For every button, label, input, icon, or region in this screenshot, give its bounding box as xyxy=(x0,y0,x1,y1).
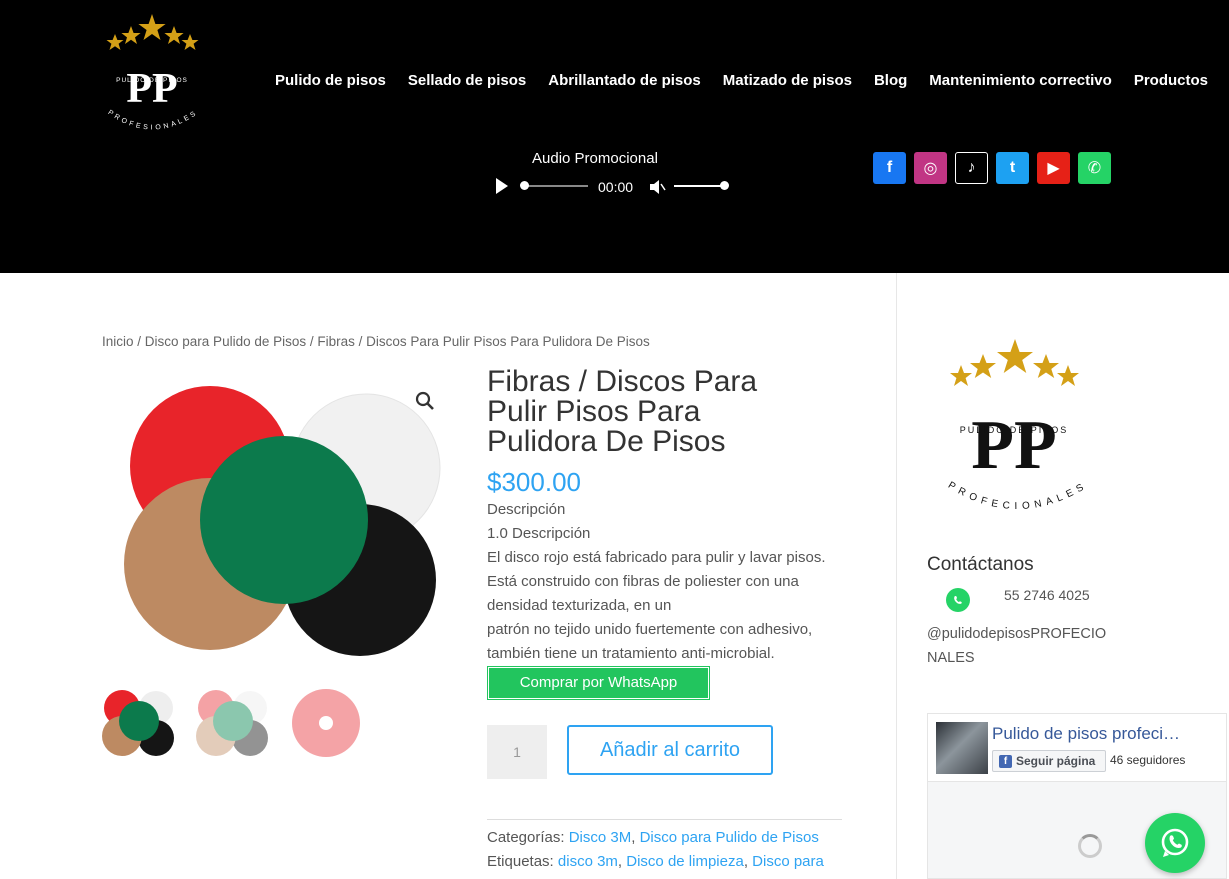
product-title: Fibras / Discos Para Pulir Pisos Para Pu… xyxy=(487,365,758,458)
description-subheading: 1.0 Descripción xyxy=(487,525,591,542)
breadcrumb-disco[interactable]: Disco para Pulido de Pisos xyxy=(145,334,306,349)
breadcrumb-fibras[interactable]: Fibras xyxy=(317,334,355,349)
breadcrumb-sep: / xyxy=(354,334,367,349)
quantity-input[interactable]: 1 xyxy=(487,725,547,779)
thumbnail-3[interactable] xyxy=(290,688,362,758)
categories-label: Categorías: xyxy=(487,829,565,846)
facebook-follow-button[interactable]: f Seguir página xyxy=(992,750,1106,772)
sidebar-logo-top-text: PULIDO DE PISOS xyxy=(960,425,1069,435)
breadcrumb-sep: / xyxy=(306,334,318,349)
volume-track[interactable] xyxy=(674,185,724,187)
logo-top-text: PULIDO DE PISOS xyxy=(116,77,188,84)
whatsapp-float-button[interactable] xyxy=(1145,813,1205,873)
contact-handle: @pulidodepisosPROFECIONALES xyxy=(927,626,1107,666)
breadcrumb-current: Discos Para Pulir Pisos Para Pulidora De… xyxy=(366,334,650,349)
audio-time: 00:00 xyxy=(598,179,634,195)
svg-text:PROFECIONALES: PROFECIONALES xyxy=(946,480,1090,512)
buy-whatsapp-button[interactable]: Comprar por WhatsApp xyxy=(488,667,709,699)
nav-productos[interactable]: Productos xyxy=(1134,72,1208,89)
logo-monogram: PP xyxy=(126,66,177,112)
contact-phone[interactable]: 55 2746 4025 xyxy=(1004,587,1090,603)
breadcrumb: Inicio / Disco para Pulido de Pisos / Fi… xyxy=(102,334,650,349)
nav-mantenimiento[interactable]: Mantenimiento correctivo xyxy=(929,72,1112,89)
nav-sellado[interactable]: Sellado de pisos xyxy=(408,72,526,89)
twitter-icon[interactable]: t xyxy=(996,152,1029,184)
svg-text:PROFESIONALES: PROFESIONALES xyxy=(106,109,199,132)
facebook-widget-header: Pulido de pisos profeci… f Seguir página… xyxy=(928,714,1226,782)
nav-blog[interactable]: Blog xyxy=(874,72,907,89)
thumbnail-1[interactable] xyxy=(102,688,174,758)
tags-label: Etiquetas: xyxy=(487,853,554,870)
facebook-follow-label: Seguir página xyxy=(1016,754,1096,768)
categories-row: Categorías: Disco 3M, Disco para Pulido … xyxy=(487,829,819,846)
instagram-icon[interactable]: ◎ xyxy=(914,152,947,184)
nav-matizado[interactable]: Matizado de pisos xyxy=(723,72,852,89)
tag-link[interactable]: Disco de limpieza xyxy=(626,853,744,870)
sidebar-logo-monogram: PP xyxy=(971,407,1057,484)
nav-pulido[interactable]: Pulido de pisos xyxy=(275,72,386,89)
tiktok-icon[interactable]: ♪ xyxy=(955,152,988,184)
description-paragraph: El disco rojo está fabricado para pulir … xyxy=(487,549,826,614)
logo-bottom-text: PROFESIONALES xyxy=(106,109,196,132)
site-header: PP PULIDO DE PISOS PROFESIONALES Pulido … xyxy=(0,0,1229,273)
zoom-icon[interactable] xyxy=(414,390,436,412)
description-heading: Descripción xyxy=(487,501,566,518)
tag-link[interactable]: Disco para xyxy=(752,853,824,870)
facebook-followers: 46 seguidores xyxy=(1110,753,1186,767)
product-price: $300.00 xyxy=(487,467,581,497)
play-icon[interactable] xyxy=(496,178,508,194)
thumbnail-2[interactable] xyxy=(196,688,268,758)
youtube-icon[interactable]: ▶ xyxy=(1037,152,1070,184)
product-thumbnails xyxy=(102,688,362,758)
whatsapp-icon[interactable]: ✆ xyxy=(1078,152,1111,184)
volume-icon[interactable] xyxy=(648,178,666,196)
social-links: f ◎ ♪ t ▶ ✆ xyxy=(873,152,1111,184)
volume-handle[interactable] xyxy=(720,181,729,190)
sidebar-logo: PP PULIDO DE PISOS PROFECIONALES xyxy=(946,339,1090,512)
nav-abrillantado[interactable]: Abrillantado de pisos xyxy=(548,72,701,89)
description-paragraph: patrón no tejido unido fuertemente con a… xyxy=(487,621,813,662)
tags-row: Etiquetas: disco 3m, Disco de limpieza, … xyxy=(487,853,824,870)
category-link[interactable]: Disco 3M xyxy=(569,829,632,846)
facebook-icon[interactable]: f xyxy=(873,152,906,184)
product-meta: Categorías: Disco 3M, Disco para Pulido … xyxy=(487,826,824,874)
sidebar-divider xyxy=(896,273,897,879)
tag-link[interactable]: disco 3m xyxy=(558,853,618,870)
add-to-cart-button[interactable]: Añadir al carrito xyxy=(567,725,773,775)
contact-title: Contáctanos xyxy=(927,554,1034,575)
product-main-image[interactable] xyxy=(102,370,462,670)
breadcrumb-sep: / xyxy=(133,334,145,349)
facebook-page-thumbnail[interactable] xyxy=(936,722,988,774)
audio-player: 00:00 xyxy=(494,176,734,198)
facebook-page-name[interactable]: Pulido de pisos profeci… xyxy=(992,724,1180,744)
category-link[interactable]: Disco para Pulido de Pisos xyxy=(640,829,819,846)
main-nav: Pulido de pisos Sellado de pisos Abrilla… xyxy=(275,72,1229,89)
audio-progress-track[interactable] xyxy=(522,185,588,187)
whatsapp-icon[interactable] xyxy=(946,588,970,612)
product-description: Descripción 1.0 Descripción El disco roj… xyxy=(487,498,847,666)
whatsapp-icon xyxy=(1161,828,1189,857)
meta-divider xyxy=(487,819,842,820)
audio-title: Audio Promocional xyxy=(532,150,658,167)
facebook-icon: f xyxy=(999,754,1012,768)
sidebar-logo-bottom-text: PROFECIONALES xyxy=(946,480,1085,512)
loading-spinner-icon xyxy=(1078,834,1102,858)
breadcrumb-inicio[interactable]: Inicio xyxy=(102,334,134,349)
site-logo[interactable]: PP PULIDO DE PISOS PROFESIONALES xyxy=(98,12,208,142)
audio-progress-handle[interactable] xyxy=(520,181,529,190)
